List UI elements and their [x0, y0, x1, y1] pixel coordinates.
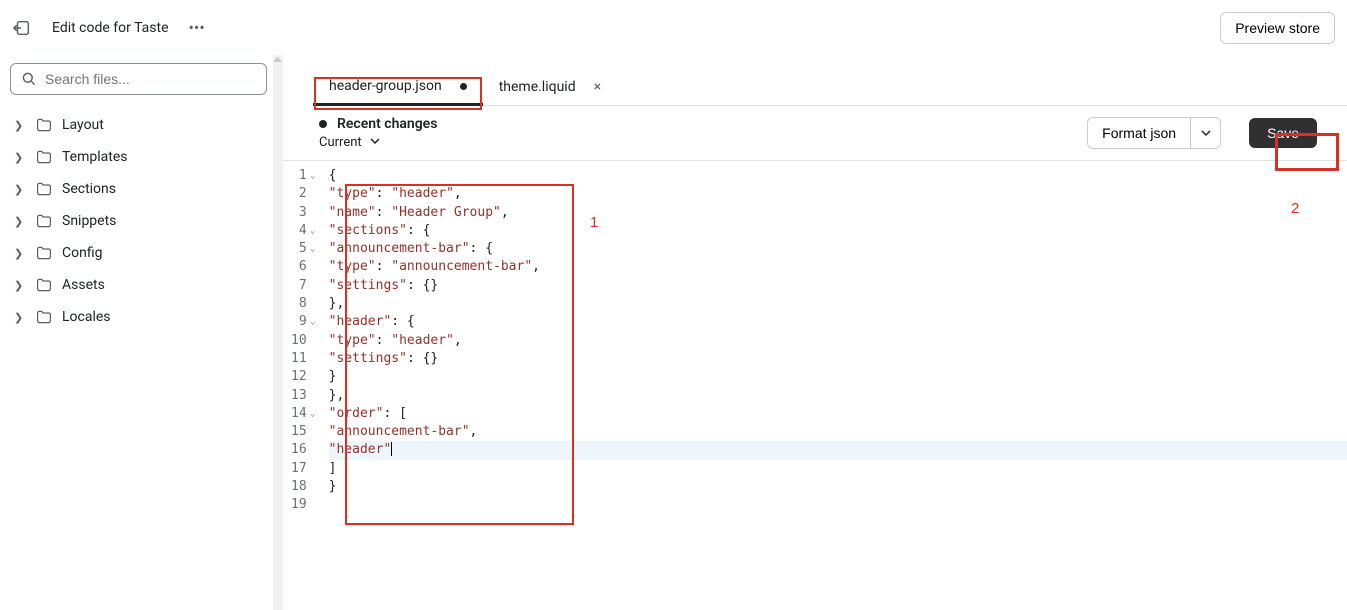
- chevron-right-icon: ❯: [14, 215, 26, 228]
- code-line[interactable]: "announcement-bar",: [329, 423, 1347, 441]
- current-version-dropdown[interactable]: Current: [319, 135, 437, 150]
- more-icon[interactable]: •••: [189, 18, 205, 37]
- sidebar-item-label: Config: [62, 245, 102, 261]
- dirty-dot-icon: [319, 120, 327, 128]
- close-icon[interactable]: ×: [594, 79, 601, 95]
- code-line[interactable]: "type": "header",: [329, 332, 1347, 350]
- chevron-right-icon: ❯: [14, 247, 26, 260]
- chevron-down-icon: [1201, 128, 1211, 138]
- sidebar-item-assets[interactable]: ❯ Assets: [6, 269, 273, 301]
- sidebar-item-label: Assets: [62, 277, 105, 293]
- code-line[interactable]: "sections": {: [329, 222, 1347, 240]
- code-line[interactable]: "type": "header",: [329, 185, 1347, 203]
- code-line[interactable]: "announcement-bar": {: [329, 240, 1347, 258]
- code-area[interactable]: {"type": "header","name": "Header Group"…: [323, 163, 1347, 519]
- code-line[interactable]: }: [329, 478, 1347, 496]
- search-input[interactable]: [10, 63, 267, 95]
- sidebar-item-layout[interactable]: ❯ Layout: [6, 109, 273, 141]
- toolbar: Recent changes Current Format json Save: [283, 106, 1347, 161]
- page-title: Edit code for Taste: [52, 20, 169, 36]
- code-line[interactable]: "settings": {}: [329, 350, 1347, 368]
- code-line[interactable]: }: [329, 368, 1347, 386]
- code-line[interactable]: },: [329, 387, 1347, 405]
- chevron-down-icon: [370, 135, 380, 150]
- topbar: Edit code for Taste ••• Preview store: [0, 0, 1347, 55]
- scrollbar[interactable]: [273, 55, 283, 610]
- sidebar-item-locales[interactable]: ❯ Locales: [6, 301, 273, 333]
- folder-icon: [36, 277, 52, 293]
- save-button[interactable]: Save: [1249, 118, 1317, 148]
- tab-theme-liquid[interactable]: theme.liquid ×: [483, 70, 617, 104]
- code-line[interactable]: "type": "announcement-bar",: [329, 258, 1347, 276]
- sidebar-item-label: Layout: [62, 117, 104, 133]
- code-line[interactable]: "header": {: [329, 313, 1347, 331]
- tab-header-group-json[interactable]: header-group.json: [313, 69, 483, 106]
- dirty-dot-icon: [460, 83, 467, 90]
- sidebar-item-label: Templates: [62, 149, 128, 165]
- chevron-right-icon: ❯: [14, 311, 26, 324]
- tabs: header-group.json theme.liquid ×: [313, 69, 1347, 106]
- folder-icon: [36, 309, 52, 325]
- search-field[interactable]: [45, 71, 256, 87]
- preview-store-button[interactable]: Preview store: [1220, 12, 1335, 44]
- search-icon: [21, 71, 37, 87]
- code-line[interactable]: "order": [: [329, 405, 1347, 423]
- sidebar-item-label: Locales: [62, 309, 111, 325]
- sidebar-item-config[interactable]: ❯ Config: [6, 237, 273, 269]
- sidebar-item-templates[interactable]: ❯ Templates: [6, 141, 273, 173]
- code-line[interactable]: [329, 496, 1347, 514]
- format-json-button[interactable]: Format json: [1087, 117, 1191, 149]
- line-number-gutter: 1⌄234⌄5⌄6789⌄1011121314⌄1516171819: [283, 163, 323, 519]
- chevron-right-icon: ❯: [14, 119, 26, 132]
- code-line[interactable]: "name": "Header Group",: [329, 204, 1347, 222]
- folder-icon: [36, 181, 52, 197]
- exit-icon[interactable]: [12, 18, 32, 38]
- content-pane: header-group.json theme.liquid × Recent ch…: [283, 55, 1347, 610]
- chevron-right-icon: ❯: [14, 279, 26, 292]
- sidebar-item-label: Sections: [62, 181, 116, 197]
- sidebar: ❯ Layout❯ Templates❯ Sections❯ Snippets❯…: [0, 55, 283, 610]
- code-line[interactable]: "header": [329, 441, 1347, 459]
- format-dropdown[interactable]: [1191, 117, 1221, 149]
- recent-changes-label: Recent changes: [319, 116, 437, 132]
- code-line[interactable]: },: [329, 295, 1347, 313]
- code-line[interactable]: {: [329, 167, 1347, 185]
- chevron-right-icon: ❯: [14, 151, 26, 164]
- chevron-right-icon: ❯: [14, 183, 26, 196]
- folder-icon: [36, 149, 52, 165]
- tab-label: header-group.json: [329, 78, 442, 94]
- tab-label: theme.liquid: [499, 79, 576, 95]
- folder-icon: [36, 117, 52, 133]
- sidebar-item-label: Snippets: [62, 213, 116, 229]
- sidebar-item-snippets[interactable]: ❯ Snippets: [6, 205, 273, 237]
- sidebar-item-sections[interactable]: ❯ Sections: [6, 173, 273, 205]
- code-line[interactable]: "settings": {}: [329, 277, 1347, 295]
- code-line[interactable]: ]: [329, 460, 1347, 478]
- folder-icon: [36, 213, 52, 229]
- folder-icon: [36, 245, 52, 261]
- code-editor[interactable]: 1⌄234⌄5⌄6789⌄1011121314⌄1516171819 {"typ…: [283, 163, 1347, 519]
